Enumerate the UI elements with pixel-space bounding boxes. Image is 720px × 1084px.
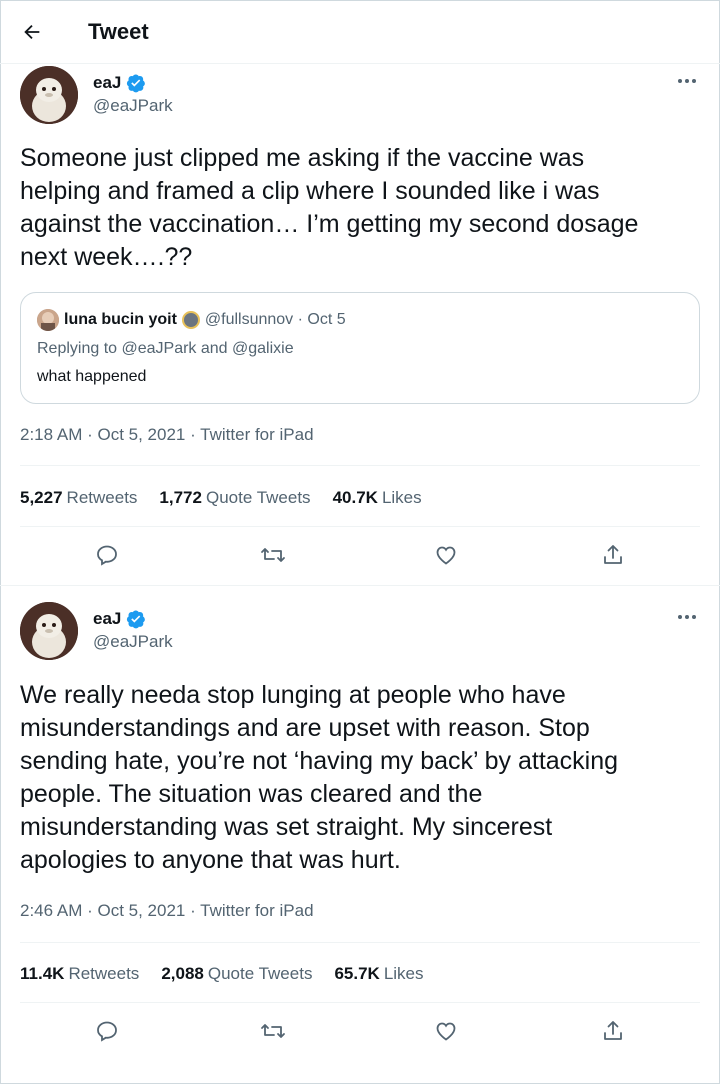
avatar[interactable] bbox=[20, 602, 78, 660]
quote-replying-to: Replying to @eaJPark and @galixie bbox=[37, 340, 294, 357]
author-row: eaJ bbox=[93, 608, 146, 630]
divider bbox=[20, 1002, 700, 1003]
more-dots-icon[interactable] bbox=[676, 76, 698, 86]
share-icon[interactable] bbox=[598, 1016, 628, 1046]
back-arrow-icon[interactable] bbox=[18, 18, 46, 46]
share-icon[interactable] bbox=[598, 540, 628, 570]
author-name[interactable]: eaJ bbox=[93, 608, 121, 630]
reply-icon[interactable] bbox=[92, 1016, 122, 1046]
avatar[interactable] bbox=[20, 66, 78, 124]
tweet-2[interactable]: eaJ @eaJPark We really needa stop lungin… bbox=[0, 586, 720, 1082]
tweet-timestamp[interactable]: 2:46 AM · Oct 5, 2021 · Twitter for iPad bbox=[20, 900, 314, 922]
tweet-actions bbox=[0, 1016, 720, 1056]
quote-header: luna bucin yoit @fullsunnov · Oct 5 bbox=[37, 309, 346, 331]
tweet-text: Someone just clipped me asking if the va… bbox=[20, 144, 639, 271]
tweet-text: We really needa stop lunging at people w… bbox=[20, 681, 619, 874]
quote-tweets-stat[interactable]: 1,772 Quote Tweets bbox=[159, 487, 310, 509]
divider bbox=[20, 465, 700, 466]
tweet-actions bbox=[0, 540, 720, 580]
heart-icon[interactable] bbox=[431, 1016, 461, 1046]
reply-icon[interactable] bbox=[92, 540, 122, 570]
tweet-stats: 11.4K Retweets 2,088 Quote Tweets 65.7K Lik… bbox=[20, 963, 424, 985]
divider bbox=[20, 526, 700, 527]
quote-text: what happened bbox=[37, 368, 147, 385]
quote-author-name: luna bucin yoit bbox=[64, 311, 177, 328]
quote-tweets-stat[interactable]: 2,088 Quote Tweets bbox=[161, 963, 312, 985]
tweet-1[interactable]: eaJ @eaJPark Someone just clipped me ask… bbox=[0, 64, 720, 586]
likes-stat[interactable]: 40.7K Likes bbox=[333, 487, 422, 509]
heart-icon[interactable] bbox=[431, 540, 461, 570]
author-row: eaJ bbox=[93, 72, 146, 94]
retweets-stat[interactable]: 11.4K Retweets bbox=[20, 963, 139, 985]
top-header: Tweet bbox=[0, 0, 720, 64]
verified-badge-icon bbox=[127, 74, 146, 93]
quoted-tweet[interactable]: luna bucin yoit @fullsunnov · Oct 5 Repl… bbox=[20, 292, 700, 404]
quote-handle-date: @fullsunnov · Oct 5 bbox=[204, 311, 346, 328]
divider bbox=[20, 942, 700, 943]
author-name[interactable]: eaJ bbox=[93, 72, 121, 94]
page-title: Tweet bbox=[88, 19, 149, 44]
tweet-stats: 5,227 Retweets 1,772 Quote Tweets 40.7K Lik… bbox=[20, 487, 422, 509]
quote-avatar bbox=[37, 309, 59, 331]
author-handle[interactable]: @eaJPark bbox=[93, 95, 173, 117]
retweets-stat[interactable]: 5,227 Retweets bbox=[20, 487, 137, 509]
retweet-icon[interactable] bbox=[258, 540, 288, 570]
moon-emoji-icon bbox=[181, 311, 200, 329]
tweet-timestamp[interactable]: 2:18 AM · Oct 5, 2021 · Twitter for iPad bbox=[20, 424, 314, 446]
verified-badge-icon bbox=[127, 610, 146, 629]
likes-stat[interactable]: 65.7K Likes bbox=[334, 963, 423, 985]
author-handle[interactable]: @eaJPark bbox=[93, 631, 173, 653]
retweet-icon[interactable] bbox=[258, 1016, 288, 1046]
more-dots-icon[interactable] bbox=[676, 612, 698, 622]
